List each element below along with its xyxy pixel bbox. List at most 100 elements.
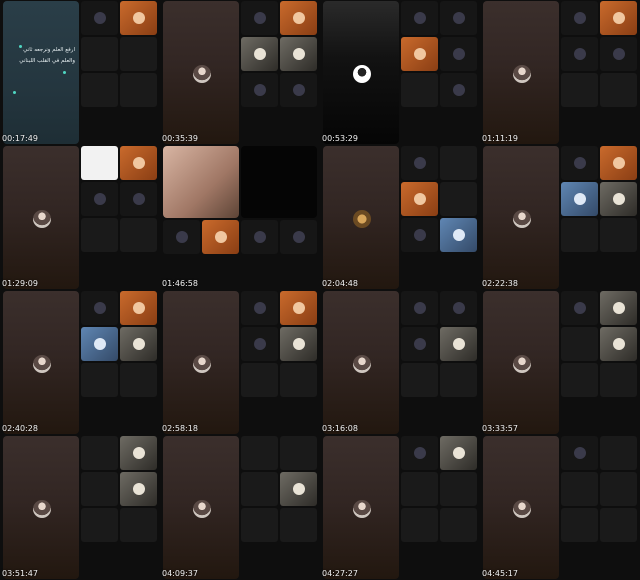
- participant-tile[interactable]: [241, 472, 278, 506]
- participant-tile[interactable]: [81, 146, 118, 180]
- participant-tile[interactable]: [440, 508, 477, 542]
- participant-tile[interactable]: [241, 363, 278, 397]
- participant-tile[interactable]: [600, 472, 637, 506]
- participant-tile[interactable]: [120, 37, 157, 71]
- participant-tile[interactable]: [401, 436, 438, 470]
- participant-tile[interactable]: [120, 363, 157, 397]
- participant-tile[interactable]: [280, 220, 317, 254]
- participant-tile[interactable]: [440, 327, 477, 361]
- participant-tile[interactable]: [120, 146, 157, 180]
- frame-thumbnail[interactable]: 01:29:09: [0, 145, 160, 290]
- participant-tile[interactable]: [241, 508, 278, 542]
- participant-tile[interactable]: [120, 508, 157, 542]
- participant-tile[interactable]: [401, 182, 438, 216]
- participant-tile[interactable]: [440, 291, 477, 325]
- participant-tile[interactable]: [600, 327, 637, 361]
- frame-thumbnail[interactable]: 00:53:29: [320, 0, 480, 145]
- participant-tile[interactable]: [81, 363, 118, 397]
- participant-tile[interactable]: [120, 73, 157, 107]
- participant-tile[interactable]: [120, 472, 157, 506]
- participant-tile[interactable]: [81, 436, 118, 470]
- participant-tile[interactable]: [280, 508, 317, 542]
- participant-tile[interactable]: [600, 73, 637, 107]
- participant-tile[interactable]: [163, 220, 200, 254]
- participant-tile[interactable]: [280, 1, 317, 35]
- participant-tile[interactable]: [401, 73, 438, 107]
- participant-tile[interactable]: [561, 146, 598, 180]
- participant-tile[interactable]: [401, 363, 438, 397]
- participant-tile[interactable]: [120, 1, 157, 35]
- participant-tile[interactable]: [280, 291, 317, 325]
- participant-tile[interactable]: [440, 218, 477, 252]
- participant-tile[interactable]: [600, 291, 637, 325]
- participant-tile[interactable]: [241, 37, 278, 71]
- frame-thumbnail[interactable]: 01:11:19: [480, 0, 640, 145]
- participant-tile[interactable]: [600, 37, 637, 71]
- frame-thumbnail[interactable]: 02:04:48: [320, 145, 480, 290]
- participant-tile[interactable]: [561, 508, 598, 542]
- frame-thumbnail[interactable]: 03:51:47: [0, 435, 160, 580]
- participant-tile[interactable]: [81, 73, 118, 107]
- participant-tile[interactable]: [401, 218, 438, 252]
- participant-tile[interactable]: [600, 146, 637, 180]
- participant-tile[interactable]: [280, 37, 317, 71]
- participant-tile[interactable]: [120, 218, 157, 252]
- participant-tile[interactable]: [401, 508, 438, 542]
- participant-tile[interactable]: [401, 37, 438, 71]
- participant-tile[interactable]: [120, 182, 157, 216]
- participant-tile[interactable]: [440, 363, 477, 397]
- participant-tile[interactable]: [561, 37, 598, 71]
- participant-tile[interactable]: [202, 220, 239, 254]
- participant-tile[interactable]: [440, 436, 477, 470]
- participant-tile[interactable]: [241, 436, 278, 470]
- participant-tile[interactable]: [600, 363, 637, 397]
- participant-tile[interactable]: [401, 1, 438, 35]
- participant-tile[interactable]: [561, 363, 598, 397]
- frame-thumbnail[interactable]: 02:40:28: [0, 290, 160, 435]
- participant-tile[interactable]: [81, 37, 118, 71]
- participant-tile[interactable]: [120, 291, 157, 325]
- participant-tile[interactable]: [280, 436, 317, 470]
- frame-thumbnail[interactable]: ارفع العلم ونرجعه ثاني والعلم في القلب ا…: [0, 0, 160, 145]
- participant-tile[interactable]: [600, 436, 637, 470]
- participant-tile[interactable]: [241, 291, 278, 325]
- participant-tile[interactable]: [561, 291, 598, 325]
- frame-thumbnail[interactable]: 03:16:08: [320, 290, 480, 435]
- participant-tile[interactable]: [81, 472, 118, 506]
- participant-tile[interactable]: [561, 1, 598, 35]
- participant-tile[interactable]: [241, 220, 278, 254]
- participant-tile[interactable]: [401, 146, 438, 180]
- participant-tile[interactable]: [401, 472, 438, 506]
- participant-tile[interactable]: [81, 291, 118, 325]
- participant-tile[interactable]: [440, 1, 477, 35]
- participant-tile[interactable]: [81, 327, 118, 361]
- frame-thumbnail[interactable]: 02:58:18: [160, 290, 320, 435]
- participant-tile[interactable]: [241, 1, 278, 35]
- frame-thumbnail[interactable]: 04:09:37: [160, 435, 320, 580]
- participant-tile[interactable]: [600, 182, 637, 216]
- participant-tile[interactable]: [440, 146, 477, 180]
- participant-tile[interactable]: [440, 182, 477, 216]
- participant-tile[interactable]: [440, 37, 477, 71]
- participant-tile[interactable]: [561, 73, 598, 107]
- participant-tile[interactable]: [280, 73, 317, 107]
- frame-thumbnail[interactable]: 02:22:38: [480, 145, 640, 290]
- participant-tile[interactable]: [561, 327, 598, 361]
- participant-tile[interactable]: [241, 327, 278, 361]
- participant-tile[interactable]: [600, 1, 637, 35]
- frame-thumbnail[interactable]: 00:35:39: [160, 0, 320, 145]
- participant-tile[interactable]: [561, 436, 598, 470]
- participant-tile[interactable]: [600, 218, 637, 252]
- participant-tile[interactable]: [600, 508, 637, 542]
- frame-thumbnail[interactable]: 04:45:17: [480, 435, 640, 580]
- participant-tile[interactable]: [561, 218, 598, 252]
- participant-tile[interactable]: [81, 182, 118, 216]
- participant-tile[interactable]: [561, 472, 598, 506]
- participant-tile[interactable]: [280, 327, 317, 361]
- participant-tile[interactable]: [81, 218, 118, 252]
- frame-thumbnail[interactable]: 01:46:58: [160, 145, 320, 290]
- frame-thumbnail[interactable]: 03:33:57: [480, 290, 640, 435]
- participant-tile[interactable]: [280, 472, 317, 506]
- participant-tile[interactable]: [241, 73, 278, 107]
- participant-tile[interactable]: [120, 436, 157, 470]
